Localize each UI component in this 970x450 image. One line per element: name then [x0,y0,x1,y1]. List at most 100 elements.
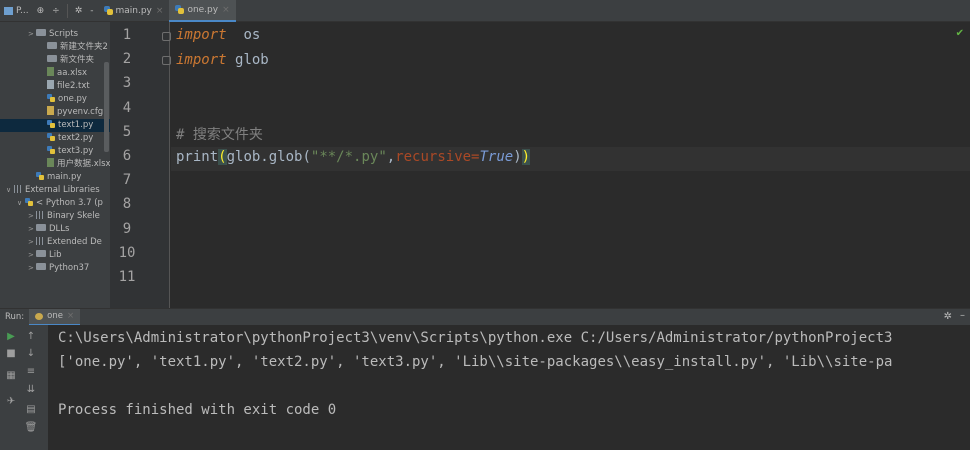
module-name: os [243,27,261,43]
up-arrow-icon[interactable]: ↑ [24,330,38,344]
config-file-icon [47,106,54,115]
line-number: 1 [122,27,132,43]
line-number: 6 [122,148,132,164]
tree-item[interactable]: > Extended De [0,236,110,249]
tree-scrollbar[interactable] [104,62,109,152]
run-label: Run: [5,312,25,322]
tab-main-py[interactable]: main.py × [98,0,170,22]
tree-item[interactable]: > Binary Skele [0,210,110,223]
check-icon: ✔ [955,28,964,39]
close-icon[interactable]: × [156,6,164,16]
layout-icon[interactable]: ▦ [4,369,18,383]
hide-icon[interactable]: - [86,0,97,22]
tab-label: one.py [187,4,219,15]
console-line: Process finished with exit code 0 [58,402,337,418]
gear-icon[interactable]: ✲ [944,311,952,322]
tree-item[interactable]: one.py [0,93,110,106]
tree-item-label: Binary Skele [47,211,100,221]
tree-item[interactable]: > Python37 [0,262,110,275]
builtin-print: print [176,149,219,165]
tree-item-label: 新建文件夹2 [60,42,108,52]
chevron-right-icon[interactable]: > [28,249,36,262]
tree-item[interactable]: aa.xlsx [0,67,110,80]
tree-item-label: pyvenv.cfg [57,107,104,117]
tree-item-label: Scripts [49,29,79,39]
tree-item-label: Python37 [49,263,90,273]
gear-icon[interactable]: ✲ [71,0,87,22]
chevron-down-icon[interactable]: ∨ [17,197,25,210]
folder-icon [47,55,57,62]
tree-item[interactable]: pyvenv.cfg [0,106,110,119]
pin-icon[interactable]: ✈ [4,395,18,409]
code-comment: # 搜索文件夹 [176,127,263,143]
trash-icon[interactable]: 🗑 [24,421,38,435]
paren-close-inner: ) [513,149,522,165]
tree-item-label: DLLs [49,224,70,234]
tree-item[interactable]: 新建文件夹2 [0,41,110,54]
scroll-to-end-icon[interactable]: ⇊ [24,383,38,397]
print-icon[interactable]: ▤ [24,403,38,417]
code-editor[interactable]: ✔ import os import glob # 搜索文件夹 print(gl… [171,22,970,308]
python-file-icon [103,6,113,15]
locate-icon[interactable]: ⊕ [33,0,49,22]
tree-item-label: aa.xlsx [57,68,87,78]
tree-item[interactable]: > Lib [0,249,110,262]
soft-wrap-icon[interactable]: ≡ [24,365,38,379]
tree-item-label: < Python 3.7 (p [36,198,103,208]
line-number: 8 [122,196,132,213]
fold-marker-icon[interactable] [162,56,171,65]
tree-item-label: one.py [58,94,87,104]
down-arrow-icon[interactable]: ↓ [24,347,38,361]
tree-item[interactable]: ∨ < Python 3.7 (p [0,197,110,210]
run-console[interactable]: C:\Users\Administrator\pythonProject3\ve… [48,325,970,450]
project-selector-label: P... [16,5,29,16]
line-number-gutter: 1 2 3 4 5 6 7 8 9 10 11 [110,22,171,308]
tree-item[interactable]: text2.py [0,132,110,145]
chevron-down-icon[interactable]: ∨ [6,184,14,197]
tree-item[interactable]: main.py [0,171,110,184]
excel-file-icon [47,158,54,167]
tree-item[interactable]: 用户数据.xlsx [0,158,110,171]
tree-item[interactable]: > DLLs [0,223,110,236]
minimize-icon[interactable]: – [960,310,965,321]
tree-item[interactable]: 新文件夹 [0,54,110,67]
tree-item-label: 用户数据.xlsx [57,159,110,169]
tree-item[interactable]: ∨ External Libraries [0,184,110,197]
line-number: 9 [122,220,132,237]
project-selector[interactable]: P... [0,0,33,22]
tree-item[interactable]: file2.txt [0,80,110,93]
run-tab-label: one [47,311,63,321]
tree-item-label: text3.py [58,146,94,156]
chevron-right-icon[interactable]: > [28,210,36,223]
tree-item[interactable]: text1.py [0,119,110,132]
tree-item-label: 新文件夹 [60,55,95,65]
run-tab-one[interactable]: one × [29,308,81,326]
chevron-right-icon[interactable]: > [28,28,36,41]
tree-item-label: main.py [47,172,82,182]
text-file-icon [47,80,54,89]
keyword-argument: recursive [395,149,472,165]
chevron-right-icon[interactable]: > [28,262,36,275]
fold-marker-icon[interactable] [162,32,171,41]
rerun-icon[interactable]: ▶ [4,330,18,344]
close-icon[interactable]: × [222,5,230,15]
tree-item[interactable]: text3.py [0,145,110,158]
folder-icon [36,29,46,36]
keyword-true: True [479,149,514,165]
library-icon [14,184,22,193]
collapse-icon[interactable]: ÷ [48,0,64,22]
tree-item-label: External Libraries [25,185,100,195]
tree-item[interactable]: > Scripts [0,28,110,41]
python-file-icon [36,171,44,180]
tab-one-py[interactable]: one.py × [169,0,236,22]
chevron-right-icon[interactable]: > [28,223,36,236]
project-view-icon [4,6,13,15]
close-icon[interactable]: × [67,311,74,321]
paren-open: ( [218,149,227,165]
python-file-icon [175,5,185,14]
line-number: 10 [118,244,136,261]
stop-icon[interactable]: ■ [4,347,18,361]
line-number: 4 [122,99,132,116]
python-file-icon [47,145,55,154]
chevron-right-icon[interactable]: > [28,236,36,249]
